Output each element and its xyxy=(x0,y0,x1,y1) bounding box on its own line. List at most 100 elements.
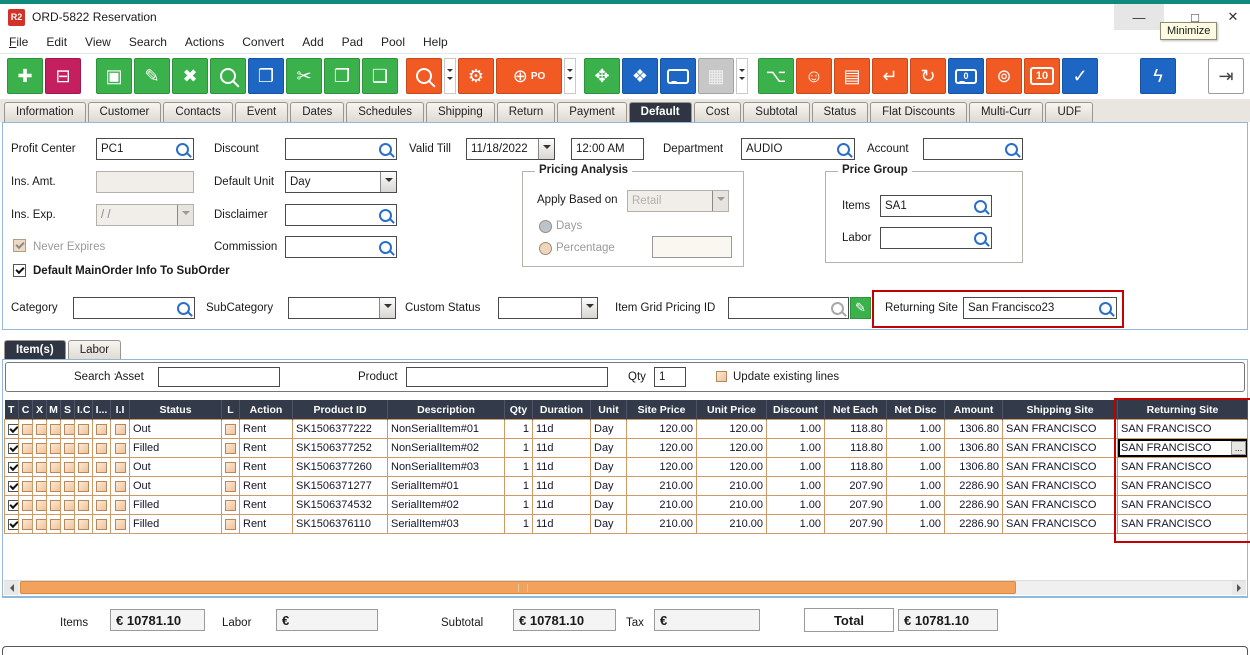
tab[interactable]: Information xyxy=(4,102,86,122)
tab[interactable]: Contacts xyxy=(163,102,232,122)
tab[interactable]: Shipping xyxy=(426,102,495,122)
close-button[interactable]: ✕ xyxy=(1218,4,1248,30)
tab[interactable]: Customer xyxy=(88,102,162,122)
table-row[interactable]: Filled Rent SK1506376110 SerialItem#03 1… xyxy=(5,515,1248,534)
product-input[interactable] xyxy=(406,367,608,387)
search-icon[interactable] xyxy=(974,200,987,213)
valid-till-time-field[interactable]: 12:00 AM xyxy=(571,138,644,160)
dropdown-arrows-button[interactable] xyxy=(444,58,456,94)
status-cell[interactable]: Out xyxy=(130,477,222,496)
flag-checkbox[interactable] xyxy=(225,500,236,511)
flag-checkbox[interactable] xyxy=(50,519,61,530)
flag-checkbox[interactable] xyxy=(64,481,75,492)
exchange-button[interactable]: ↻ xyxy=(910,58,946,94)
flag-checkbox[interactable] xyxy=(50,462,61,473)
menu-item[interactable]: Help xyxy=(414,35,457,49)
comments-button[interactable] xyxy=(660,58,696,94)
duration-cell[interactable]: 11d xyxy=(533,439,591,458)
flag-checkbox[interactable] xyxy=(64,519,75,530)
column-header[interactable]: Net Disc xyxy=(887,400,945,420)
menu-item[interactable]: Pool xyxy=(372,35,414,49)
shipping-site-cell[interactable]: SAN FRANCISCO xyxy=(1003,458,1118,477)
valid-till-date-field[interactable]: 11/18/2022 xyxy=(466,138,555,160)
flag-checkbox[interactable] xyxy=(225,462,236,473)
unit-cell[interactable]: Day xyxy=(591,477,627,496)
duration-cell[interactable]: 11d xyxy=(533,477,591,496)
qty-cell[interactable]: 1 xyxy=(505,420,533,439)
flag-checkbox[interactable] xyxy=(22,500,33,511)
tab-labor[interactable]: Labor xyxy=(68,340,121,360)
unit-price-cell[interactable]: 120.00 xyxy=(697,439,767,458)
horizontal-scrollbar[interactable] xyxy=(4,580,1246,595)
site-price-cell[interactable]: 120.00 xyxy=(627,458,697,477)
returning-site-cell[interactable]: SAN FRANCISCO... xyxy=(1118,515,1248,534)
column-header[interactable]: I.I xyxy=(111,400,130,420)
asset-input[interactable] xyxy=(158,367,280,387)
new-order-button[interactable]: ✚ xyxy=(7,58,43,94)
update-existing-checkbox[interactable] xyxy=(716,371,727,382)
column-header[interactable]: Description xyxy=(388,400,505,420)
description-cell[interactable]: NonSerialItem#02 xyxy=(388,439,505,458)
flag-checkbox[interactable] xyxy=(96,519,107,530)
action-cell[interactable]: Rent xyxy=(240,439,293,458)
product-id-cell[interactable]: SK1506376110 xyxy=(293,515,388,534)
column-header[interactable]: L xyxy=(222,400,240,420)
product-id-cell[interactable]: SK1506377260 xyxy=(293,458,388,477)
unit-price-cell[interactable]: 120.00 xyxy=(697,420,767,439)
site-price-cell[interactable]: 210.00 xyxy=(627,496,697,515)
duration-cell[interactable]: 11d xyxy=(533,515,591,534)
flag-checkbox[interactable] xyxy=(96,500,107,511)
menu-item[interactable]: Add xyxy=(293,35,332,49)
flag-checkbox[interactable] xyxy=(115,443,126,454)
search-icon[interactable] xyxy=(1005,143,1018,156)
row-select-checkbox[interactable] xyxy=(8,424,19,435)
menu-item[interactable]: View xyxy=(76,35,120,49)
scrollbar-thumb[interactable] xyxy=(20,581,1016,594)
product-id-cell[interactable]: SK1506371277 xyxy=(293,477,388,496)
department-field[interactable]: AUDIO xyxy=(741,138,855,160)
net-each-cell[interactable]: 118.80 xyxy=(825,458,887,477)
table-row[interactable]: Out Rent SK1506371277 SerialItem#01 1 11… xyxy=(5,477,1248,496)
tab[interactable]: Return xyxy=(497,102,556,122)
flag-checkbox[interactable] xyxy=(115,481,126,492)
unit-price-cell[interactable]: 210.00 xyxy=(697,496,767,515)
row-select-checkbox[interactable] xyxy=(8,500,19,511)
flag-checkbox[interactable] xyxy=(78,500,89,511)
flag-checkbox[interactable] xyxy=(78,443,89,454)
flag-checkbox[interactable] xyxy=(36,500,47,511)
unit-cell[interactable]: Day xyxy=(591,496,627,515)
column-header[interactable]: I... xyxy=(93,400,111,420)
unit-cell[interactable]: Day xyxy=(591,515,627,534)
description-cell[interactable]: SerialItem#03 xyxy=(388,515,505,534)
action-cell[interactable]: Rent xyxy=(240,515,293,534)
edit-button[interactable]: ✎ xyxy=(134,58,170,94)
flag-checkbox[interactable] xyxy=(64,443,75,454)
add-purchase-order-button[interactable]: ⊕PO xyxy=(496,58,562,94)
item-grid-pricing-id-field[interactable] xyxy=(728,297,849,319)
discount-cell[interactable]: 1.00 xyxy=(767,496,825,515)
column-header[interactable]: Amount xyxy=(945,400,1003,420)
flag-checkbox[interactable] xyxy=(96,424,107,435)
product-id-cell[interactable]: SK1506374532 xyxy=(293,496,388,515)
site-price-cell[interactable]: 120.00 xyxy=(627,420,697,439)
flag-checkbox[interactable] xyxy=(22,462,33,473)
flag-checkbox[interactable] xyxy=(36,481,47,492)
tab[interactable]: Event xyxy=(235,102,288,122)
flag-checkbox[interactable] xyxy=(22,443,33,454)
column-header[interactable]: X xyxy=(33,400,47,420)
net-disc-cell[interactable]: 1.00 xyxy=(887,477,945,496)
menu-item[interactable]: Edit xyxy=(37,35,76,49)
column-header[interactable]: Unit Price xyxy=(697,400,767,420)
flag-checkbox[interactable] xyxy=(225,519,236,530)
discount-cell[interactable]: 1.00 xyxy=(767,477,825,496)
flag-checkbox[interactable] xyxy=(36,424,47,435)
scroll-left-button[interactable] xyxy=(4,581,18,595)
gears-button[interactable]: ⚙ xyxy=(458,58,494,94)
returning-site-cell[interactable]: SAN FRANCISCO... xyxy=(1118,477,1248,496)
amount-cell[interactable]: 2286.90 xyxy=(945,477,1003,496)
flag-checkbox[interactable] xyxy=(225,443,236,454)
qty-cell[interactable]: 1 xyxy=(505,439,533,458)
profit-center-field[interactable]: PC1 xyxy=(96,138,194,160)
column-header[interactable]: Shipping Site xyxy=(1003,400,1118,420)
flag-checkbox[interactable] xyxy=(78,481,89,492)
